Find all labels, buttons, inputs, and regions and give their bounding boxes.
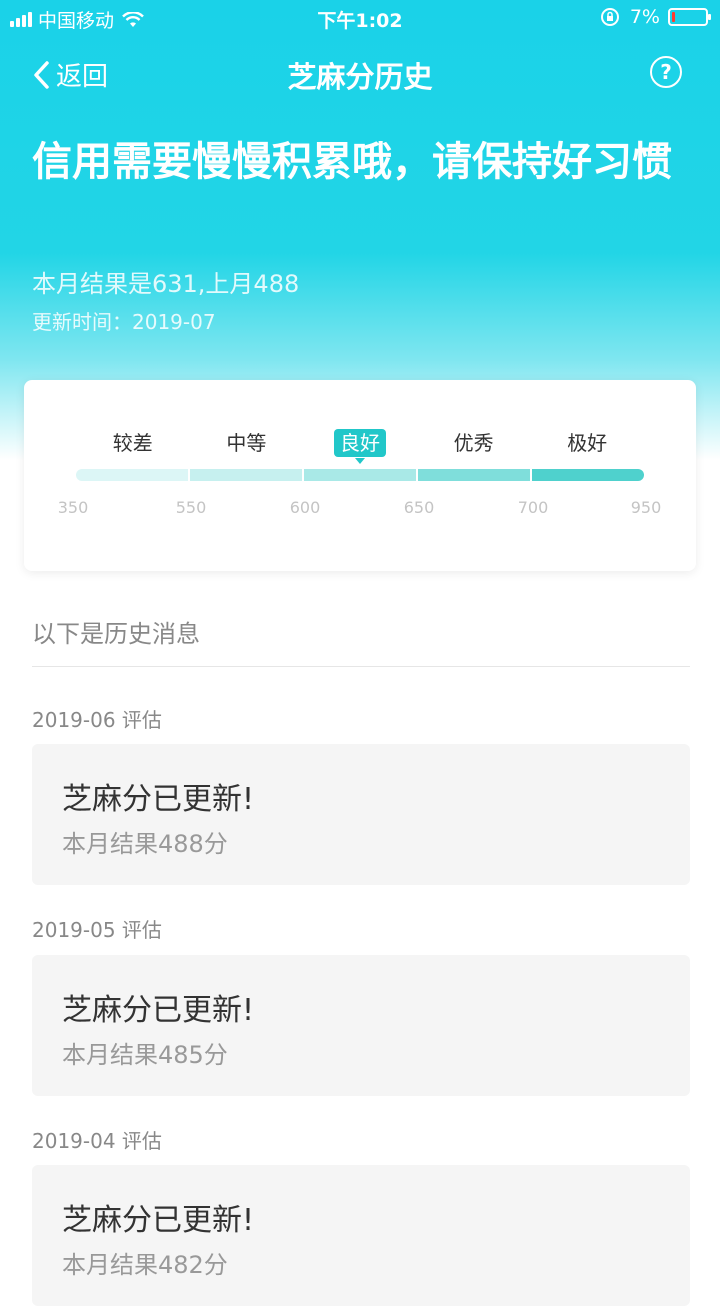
status-bar: 中国移动 下午1:02 7% (0, 0, 720, 36)
track-segment (304, 469, 416, 481)
divider (32, 666, 690, 667)
history-title: 以下是历史消息 (32, 620, 200, 648)
entry-title: 芝麻分已更新! (62, 782, 255, 817)
tick-label: 650 (403, 498, 435, 517)
level-label-top: 极好 (567, 431, 608, 455)
headline: 信用需要慢慢积累哦，请保持好习惯 (32, 139, 672, 185)
level-label-medium: 中等 (226, 431, 267, 455)
track-segment (532, 469, 644, 481)
entry-date: 2019-05 评估 (32, 918, 162, 942)
track-segment (76, 469, 188, 481)
level-label-excellent: 优秀 (453, 431, 494, 455)
result-summary: 本月结果是631,上月488 (32, 270, 300, 298)
level-labels: 较差 中等 良好 优秀 极好 (76, 428, 644, 462)
entry-detail: 本月结果482分 (62, 1251, 228, 1279)
update-time: 更新时间：2019-07 (32, 310, 216, 334)
tick-label: 350 (57, 498, 89, 517)
tick-label: 950 (630, 498, 662, 517)
history-entry[interactable]: 芝麻分已更新! 本月结果488分 (32, 744, 690, 885)
score-ticks: 350 550 600 650 700 950 (58, 498, 662, 518)
level-label-good: 良好 (303, 428, 417, 458)
entry-date: 2019-04 评估 (32, 1129, 162, 1153)
battery-icon (668, 8, 711, 26)
tick-label: 700 (517, 498, 549, 517)
tick-label: 600 (289, 498, 321, 517)
history-entry[interactable]: 芝麻分已更新! 本月结果485分 (32, 955, 690, 1096)
entry-title: 芝麻分已更新! (62, 993, 255, 1028)
entry-detail: 本月结果488分 (62, 830, 228, 858)
battery-percent: 7% (629, 6, 660, 28)
tick-label: 550 (175, 498, 207, 517)
entry-detail: 本月结果485分 (62, 1041, 228, 1069)
rotation-lock-icon (600, 8, 619, 26)
help-icon[interactable]: ? (650, 56, 682, 88)
level-label-poor: 较差 (112, 431, 153, 455)
history-entry[interactable]: 芝麻分已更新! 本月结果482分 (32, 1165, 690, 1306)
score-level-card: 较差 中等 良好 优秀 极好 350 550 600 650 700 950 (24, 380, 696, 571)
entry-title: 芝麻分已更新! (62, 1203, 255, 1238)
nav-bar: 返回 芝麻分历史 ? (0, 48, 720, 100)
score-track (76, 469, 644, 481)
page-title: 芝麻分历史 (287, 60, 433, 94)
entry-date: 2019-06 评估 (32, 708, 162, 732)
track-segment (190, 469, 302, 481)
track-segment (418, 469, 530, 481)
